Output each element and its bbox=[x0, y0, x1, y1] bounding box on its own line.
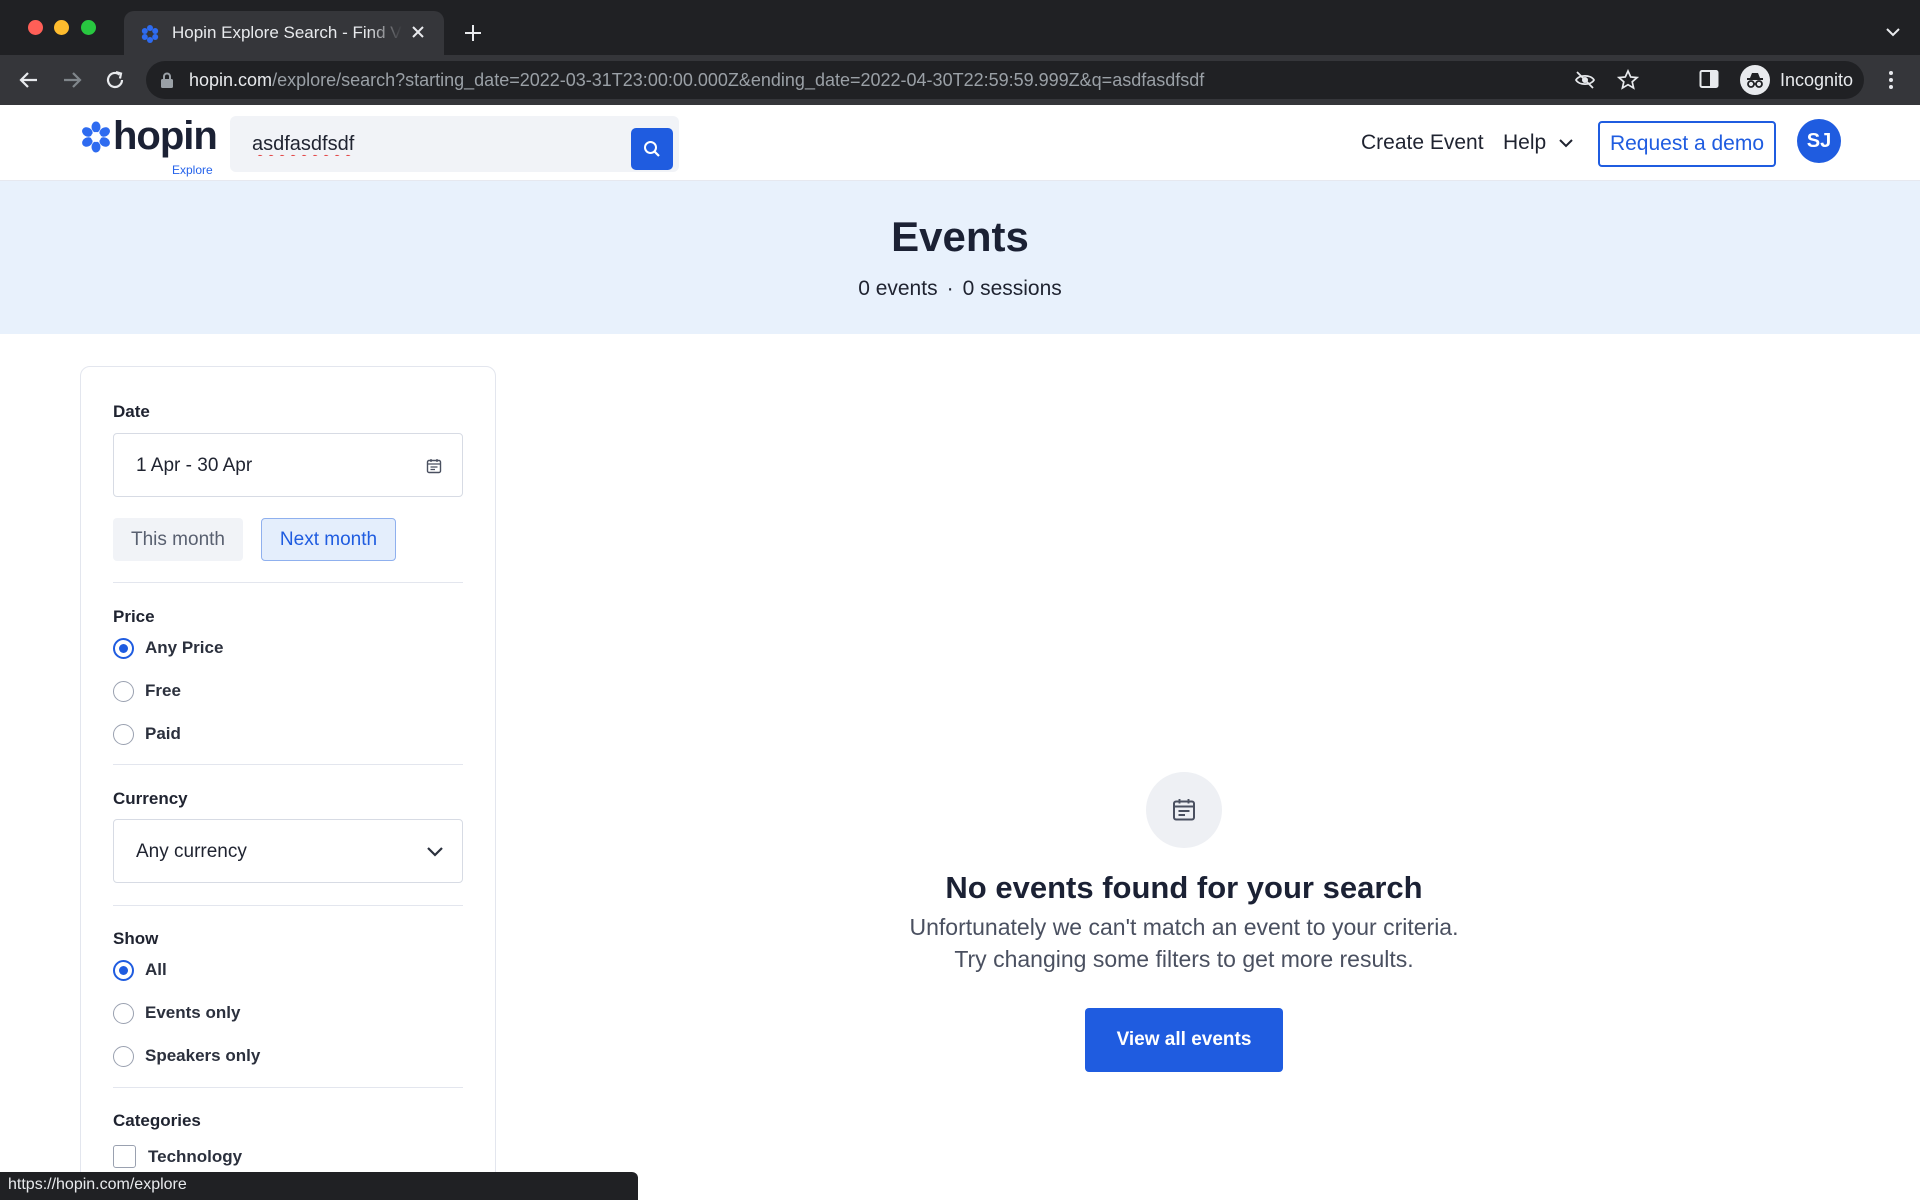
link-status-bubble: https://hopin.com/explore bbox=[0, 1172, 638, 1200]
chevron-down-icon[interactable] bbox=[1558, 137, 1574, 149]
user-avatar[interactable]: SJ bbox=[1797, 119, 1841, 163]
address-bar[interactable]: hopin.com/explore/search?starting_date=2… bbox=[146, 61, 1864, 99]
tab-title: Hopin Explore Search - Find Virtual Even… bbox=[172, 23, 402, 42]
logo-wordmark: hopin bbox=[113, 114, 218, 158]
incognito-profile[interactable]: Incognito bbox=[1740, 63, 1853, 97]
show-filter-label: Show bbox=[113, 929, 159, 948]
count-separator: · bbox=[946, 277, 954, 300]
events-count: 0 events bbox=[858, 277, 938, 300]
sessions-count: 0 sessions bbox=[962, 277, 1062, 300]
radio-label: Any Price bbox=[145, 638, 224, 657]
radio-unchecked-icon[interactable] bbox=[113, 723, 134, 745]
close-window-button[interactable] bbox=[28, 20, 43, 35]
more-menu-icon[interactable] bbox=[1880, 69, 1902, 91]
search-icon bbox=[644, 141, 660, 157]
hopin-logo-icon bbox=[82, 121, 110, 153]
empty-state-calendar bbox=[1146, 772, 1222, 848]
empty-state-title: No events found for your search bbox=[945, 870, 1423, 905]
show-option-speakers-only[interactable]: Speakers only bbox=[113, 1044, 260, 1068]
url-text: hopin.com/explore/search?starting_date=2… bbox=[189, 70, 1205, 90]
incognito-icon bbox=[1740, 65, 1770, 95]
help-menu[interactable]: Help bbox=[1503, 131, 1546, 155]
radio-label: All bbox=[145, 960, 167, 979]
browser-tab[interactable]: Hopin Explore Search - Find Virtual Even… bbox=[124, 11, 444, 55]
show-option-events-only[interactable]: Events only bbox=[113, 1001, 240, 1025]
price-option-free[interactable]: Free bbox=[113, 679, 181, 703]
currency-select[interactable]: Any currency bbox=[113, 819, 463, 883]
back-arrow-icon[interactable] bbox=[17, 68, 41, 92]
events-hero: Events 0 events · 0 sessions bbox=[0, 181, 1920, 334]
radio-label: Free bbox=[145, 681, 181, 700]
new-tab-icon[interactable] bbox=[462, 22, 484, 44]
date-filter-label: Date bbox=[113, 402, 150, 421]
browser-toolbar: hopin.com/explore/search?starting_date=2… bbox=[0, 55, 1920, 105]
radio-label: Events only bbox=[145, 1003, 241, 1022]
next-month-button[interactable]: Next month bbox=[261, 518, 396, 561]
chevron-down-icon bbox=[427, 847, 443, 857]
bookmark-star-icon[interactable] bbox=[1617, 69, 1639, 91]
empty-state-message: Unfortunately we can't match an event to… bbox=[909, 914, 1459, 940]
search-input[interactable] bbox=[230, 116, 620, 172]
radio-label: Paid bbox=[145, 724, 181, 743]
categories-filter-label: Categories bbox=[113, 1111, 201, 1130]
site-header: hopin Explore Create Event Help Request … bbox=[0, 105, 1920, 181]
price-option-any[interactable]: Any Price bbox=[113, 636, 223, 660]
divider bbox=[113, 582, 463, 583]
view-all-events-button[interactable]: View all events bbox=[1085, 1008, 1283, 1072]
page-title: Events bbox=[891, 213, 1029, 260]
show-option-all[interactable]: All bbox=[113, 958, 167, 982]
radio-unchecked-icon[interactable] bbox=[113, 1002, 134, 1024]
radio-unchecked-icon[interactable] bbox=[113, 680, 134, 702]
currency-filter-label: Currency bbox=[113, 789, 188, 808]
search-bar bbox=[230, 116, 679, 172]
forward-arrow-icon[interactable] bbox=[60, 68, 84, 92]
calendar-icon bbox=[1173, 799, 1195, 821]
radio-checked-icon[interactable] bbox=[113, 959, 134, 981]
maximize-window-button[interactable] bbox=[81, 20, 96, 35]
date-range-value: 1 Apr - 30 Apr bbox=[136, 455, 253, 476]
empty-state-hint: Try changing some filters to get more re… bbox=[954, 946, 1414, 972]
side-panel-icon[interactable] bbox=[1698, 68, 1720, 90]
checkbox-unchecked-icon[interactable] bbox=[113, 1145, 136, 1168]
request-demo-button[interactable]: Request a demo bbox=[1598, 121, 1776, 167]
lock-icon bbox=[161, 72, 173, 88]
divider bbox=[113, 905, 463, 906]
filters-panel: Date 1 Apr - 30 Apr This month Next mont… bbox=[80, 366, 496, 1200]
divider bbox=[113, 764, 463, 765]
tab-search-chevron-icon[interactable] bbox=[1884, 26, 1902, 38]
reload-icon[interactable] bbox=[103, 68, 127, 92]
minimize-window-button[interactable] bbox=[54, 20, 69, 35]
category-technology[interactable]: Technology bbox=[113, 1145, 242, 1168]
price-filter-label: Price bbox=[113, 607, 155, 626]
radio-label: Speakers only bbox=[145, 1046, 261, 1065]
checkbox-label: Technology bbox=[148, 1146, 243, 1166]
eye-off-icon[interactable] bbox=[1574, 69, 1596, 91]
tab-close-icon[interactable] bbox=[408, 22, 428, 42]
radio-unchecked-icon[interactable] bbox=[113, 1045, 134, 1067]
results-count: 0 events · 0 sessions bbox=[0, 277, 1920, 301]
radio-checked-icon[interactable] bbox=[113, 637, 134, 659]
this-month-button[interactable]: This month bbox=[113, 518, 243, 561]
logo-subtitle: Explore bbox=[172, 163, 213, 177]
date-range-picker[interactable]: 1 Apr - 30 Apr bbox=[113, 433, 463, 497]
incognito-label: Incognito bbox=[1780, 69, 1854, 90]
price-option-paid[interactable]: Paid bbox=[113, 722, 181, 746]
currency-value: Any currency bbox=[136, 841, 247, 862]
search-button[interactable] bbox=[631, 128, 673, 170]
hopin-favicon-icon bbox=[141, 25, 159, 43]
divider bbox=[113, 1087, 463, 1088]
create-event-link[interactable]: Create Event bbox=[1361, 131, 1484, 155]
hopin-logo[interactable]: hopin Explore bbox=[80, 114, 220, 177]
calendar-icon bbox=[426, 459, 442, 474]
browser-tab-strip: Hopin Explore Search - Find Virtual Even… bbox=[0, 0, 1920, 55]
